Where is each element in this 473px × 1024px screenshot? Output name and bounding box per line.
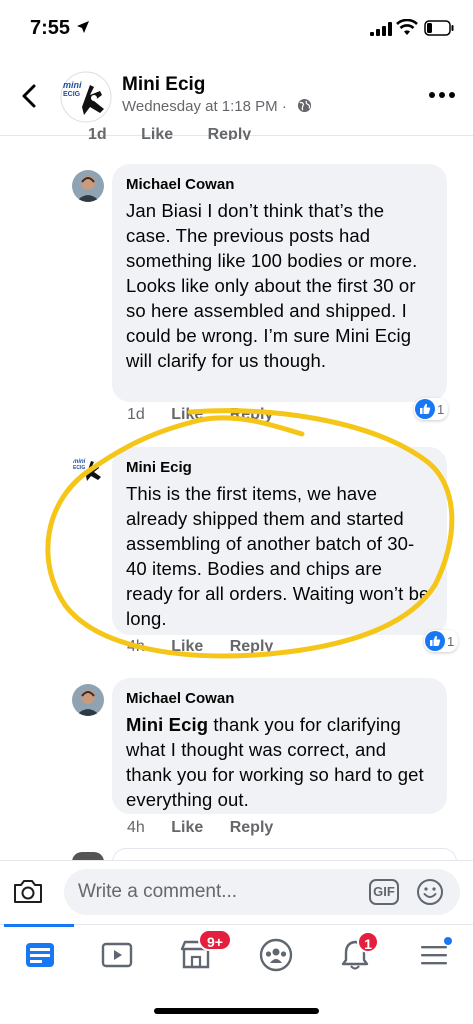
comment-author[interactable]: Michael Cowan (126, 689, 433, 709)
tab-notifications[interactable]: 1 (335, 931, 379, 975)
page-avatar[interactable]: mini ECIG (60, 71, 112, 123)
camera-icon[interactable] (12, 877, 44, 905)
globe-icon (297, 98, 312, 113)
reaction-count: 1 (447, 633, 455, 649)
emoji-icon[interactable] (416, 878, 444, 906)
comment-time: 4h (127, 638, 145, 655)
reply-button[interactable]: Reply (230, 406, 274, 423)
comment-text: This is the first items, we have already… (126, 483, 430, 629)
battery-icon (424, 20, 454, 36)
like-button[interactable]: Like (171, 406, 203, 423)
gif-button[interactable]: GIF (369, 879, 399, 905)
mention-link[interactable]: Mini Ecig (126, 714, 208, 735)
thumbs-up-icon (425, 631, 445, 651)
comment-time: 1d (127, 406, 145, 423)
status-time: 7:55 (30, 17, 71, 39)
reply-button[interactable]: Reply (230, 819, 274, 836)
like-button[interactable]: Like (171, 819, 203, 836)
wifi-icon (396, 19, 418, 35)
comment-text: Mini Ecig thank you for clarifying what … (126, 712, 433, 812)
comment-actions: 4h Like Reply (127, 819, 295, 837)
comment-time: 1d (88, 126, 107, 140)
status-bar: 7:55 (0, 0, 473, 58)
cellular-signal-icon (370, 22, 392, 36)
comment-bubble[interactable]: Michael Cowan Mini Ecig thank you for cl… (112, 678, 447, 814)
comment-bubble[interactable]: Mini Ecig This is the first items, we ha… (112, 447, 447, 635)
mini-ecig-logo-icon: mini ECIG (60, 71, 112, 123)
user-avatar-icon (72, 684, 104, 716)
user-avatar-icon (72, 170, 104, 202)
like-button[interactable]: Like (141, 126, 173, 140)
mini-ecig-logo-icon: mini ECIG (72, 452, 104, 484)
tab-watch[interactable] (97, 935, 137, 975)
comment-author[interactable]: Mini Ecig (126, 458, 433, 478)
marketplace-badge: 9+ (198, 929, 232, 951)
like-button[interactable]: Like (171, 638, 203, 655)
thumbs-up-icon (415, 399, 435, 419)
svg-text:ECIG: ECIG (63, 91, 81, 98)
comment-placeholder: Write a comment... (78, 881, 238, 902)
tab-groups[interactable] (256, 935, 296, 975)
page-name[interactable]: Mini Ecig (122, 74, 205, 96)
post-header: mini ECIG Mini Ecig Wednesday at 1:18 PM… (0, 58, 473, 136)
reply-button[interactable]: Reply (208, 126, 252, 140)
tab-menu[interactable] (414, 935, 454, 975)
back-button[interactable] (18, 82, 42, 110)
previous-comment-actions: 1d Like Reply (88, 126, 388, 140)
avatar[interactable]: mini ECIG (72, 452, 104, 484)
svg-text:mini: mini (63, 80, 82, 90)
comment-actions: 4h Like Reply (127, 638, 295, 656)
avatar[interactable] (72, 684, 104, 716)
comment-composer: Write a comment... GIF (0, 860, 473, 924)
post-timestamp[interactable]: Wednesday at 1:18 PM · (122, 98, 287, 115)
home-indicator (154, 1008, 319, 1014)
comment-input[interactable]: Write a comment... GIF (64, 869, 460, 915)
notifications-badge: 1 (357, 931, 379, 953)
hamburger-menu-icon (421, 937, 452, 965)
tab-marketplace[interactable]: 9+ (176, 929, 232, 975)
comment-bubble[interactable]: Michael Cowan Jan Biasi I don’t think th… (112, 164, 447, 402)
reaction-count: 1 (437, 401, 445, 417)
tab-news-feed[interactable] (20, 935, 60, 975)
comment-time: 4h (127, 819, 145, 836)
avatar[interactable] (72, 170, 104, 202)
reaction-badge[interactable]: 1 (414, 398, 449, 420)
active-tab-indicator (4, 924, 74, 927)
comment-actions: 1d Like Reply (127, 406, 295, 424)
comment-text: Jan Biasi I don’t think that’s the case.… (126, 200, 418, 371)
reply-button[interactable]: Reply (230, 638, 274, 655)
location-arrow-icon (77, 21, 89, 33)
more-options-button[interactable] (428, 90, 456, 100)
comment-author[interactable]: Michael Cowan (126, 175, 433, 195)
svg-text:ECIG: ECIG (73, 465, 85, 471)
reaction-badge[interactable]: 1 (424, 630, 459, 652)
